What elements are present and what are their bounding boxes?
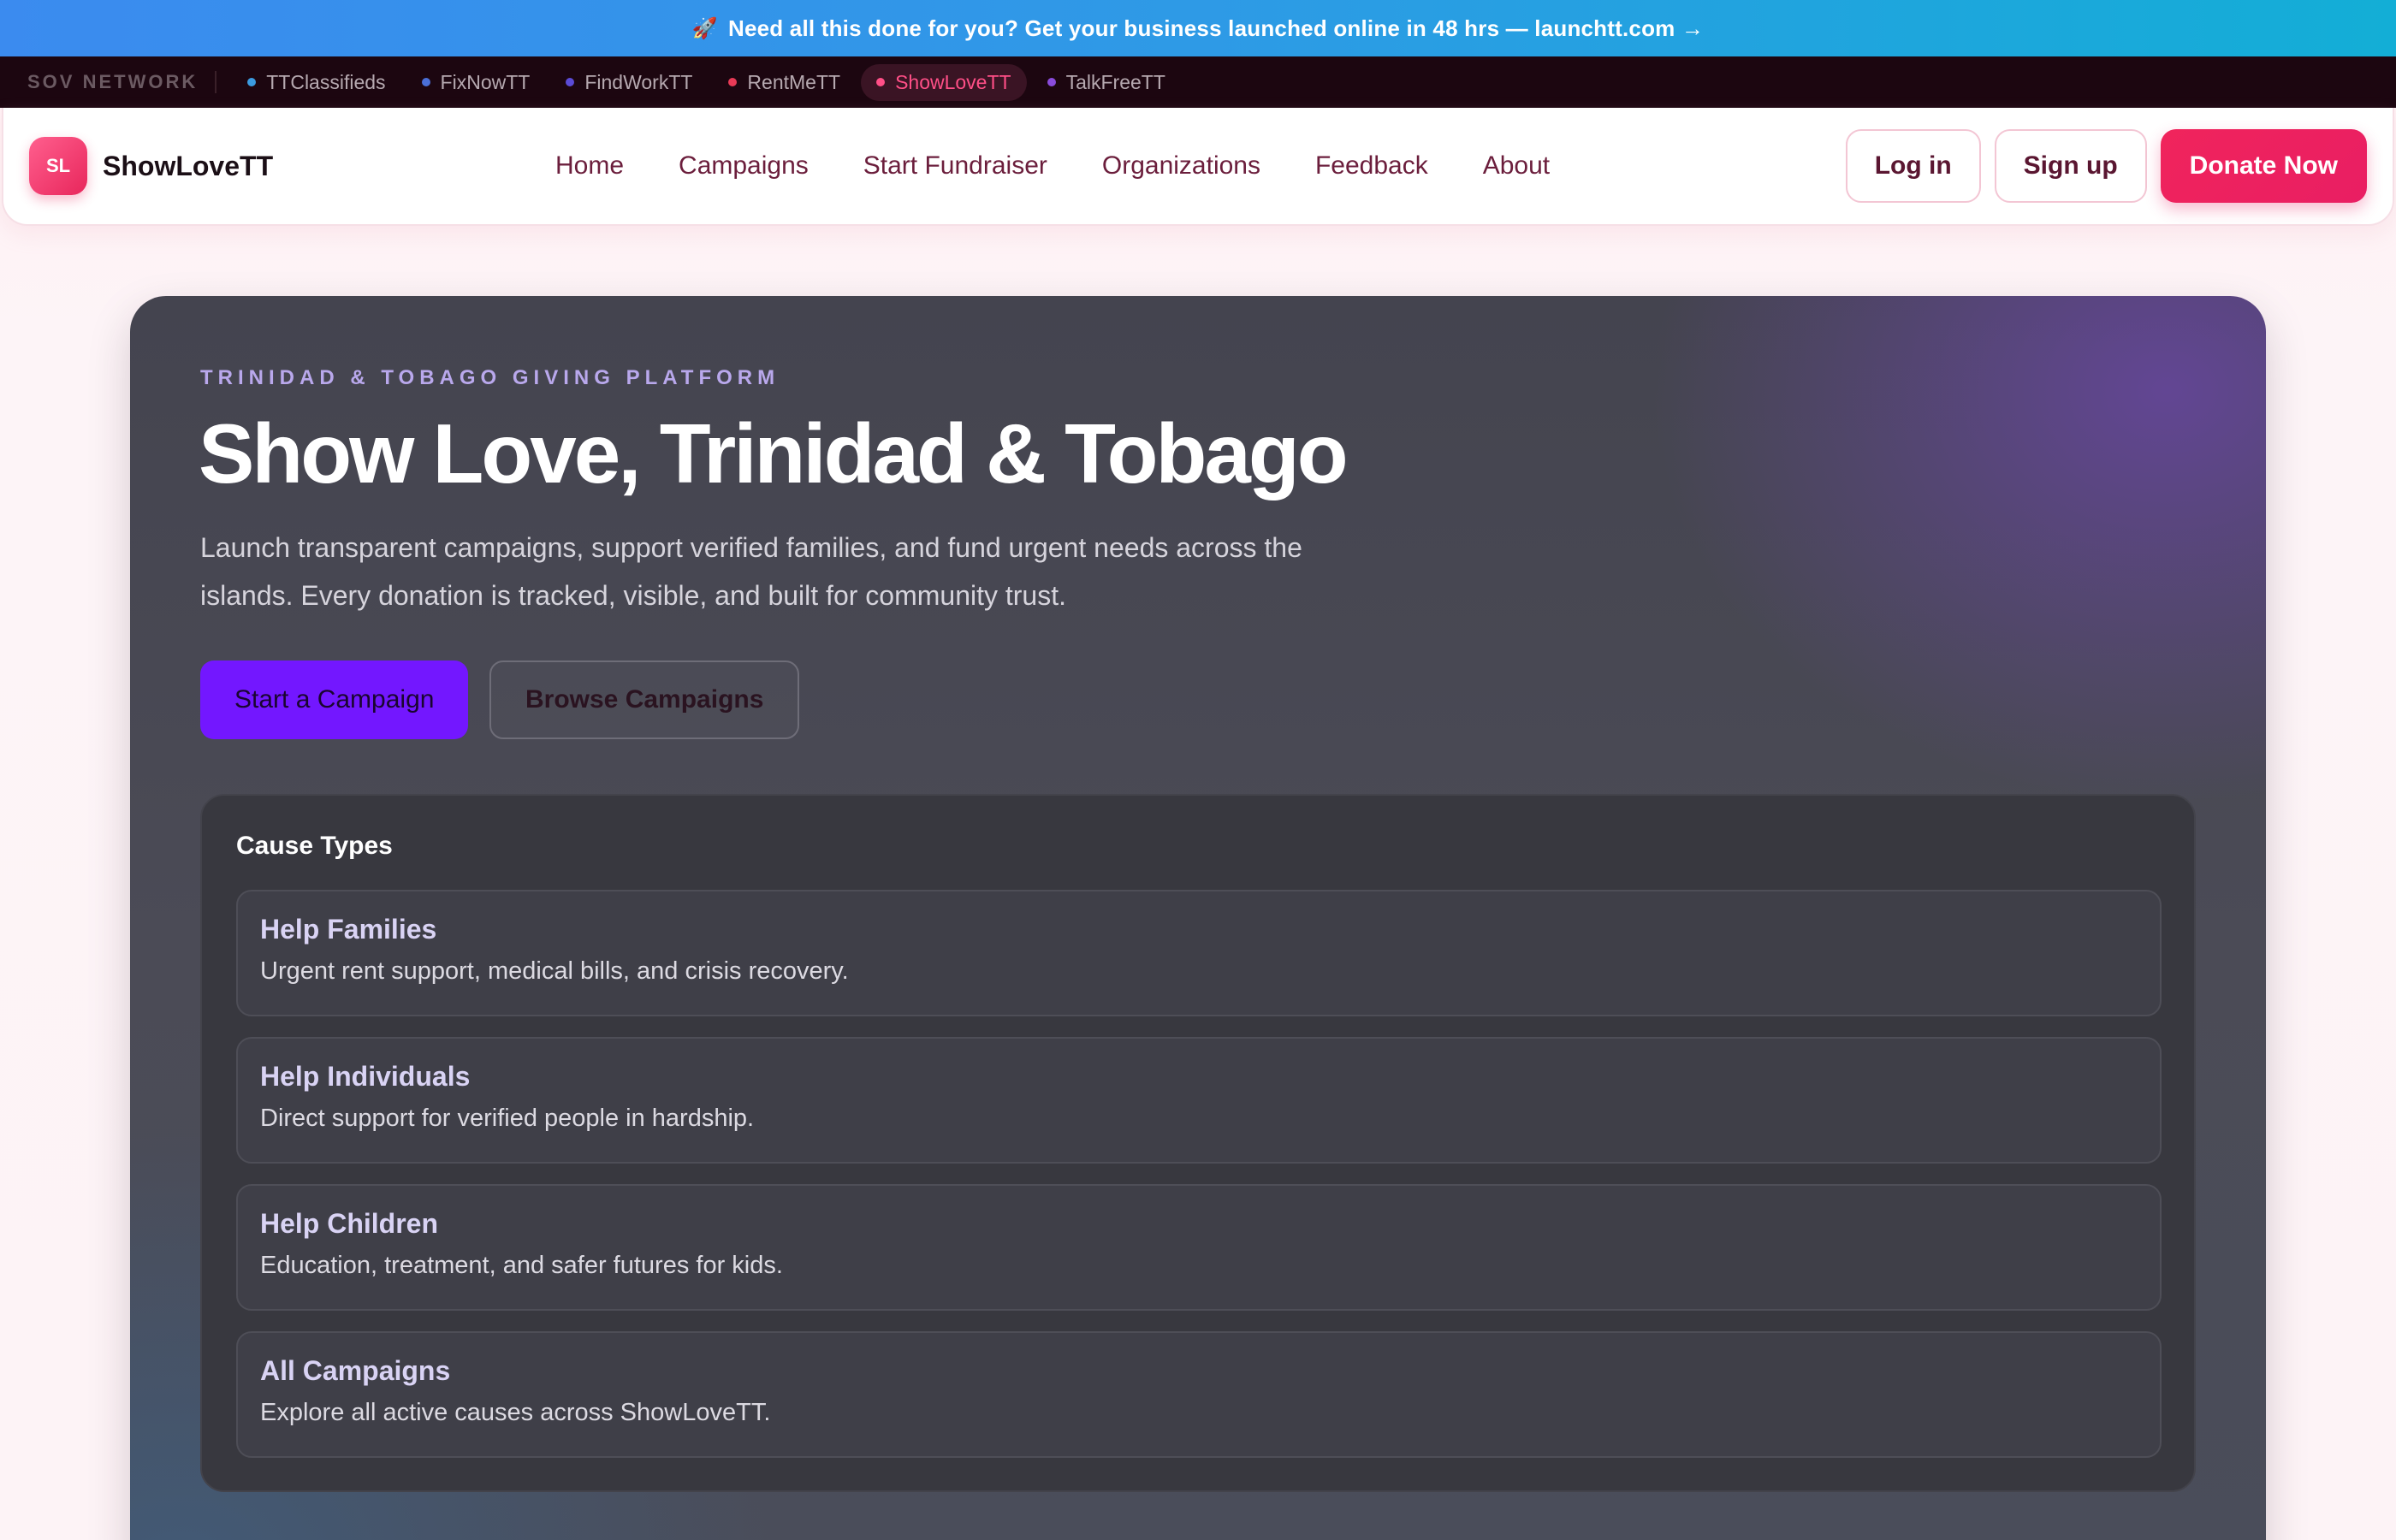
cause-description: Explore all active causes across ShowLov… — [260, 1399, 771, 1426]
network-label: SOV NETWORK — [27, 71, 217, 93]
network-bar: SOV NETWORK TTClassifieds FixNowTT FindW… — [0, 56, 2396, 108]
network-dot-icon — [421, 78, 430, 86]
hero-description: Launch transparent campaigns, support ve… — [200, 532, 1302, 611]
cause-title: Help Children — [260, 1208, 439, 1239]
hero-card: TRINIDAD & TOBAGO GIVING PLATFORM Show L… — [130, 296, 2266, 1540]
cause-title: All Campaigns — [260, 1355, 451, 1386]
rocket-icon: 🚀 — [691, 16, 718, 40]
signup-button[interactable]: Sign up — [1994, 129, 2147, 203]
promo-banner[interactable]: 🚀 Need all this done for you? Get your b… — [0, 0, 2396, 56]
network-dot-icon — [247, 78, 257, 86]
network-item-showlovett[interactable]: ShowLoveTT — [861, 63, 1027, 101]
network-dot-icon — [566, 78, 575, 86]
site-header: SL ShowLoveTT Home Campaigns Start Fundr… — [2, 108, 2394, 226]
nav-campaigns[interactable]: Campaigns — [679, 151, 809, 181]
cause-description: Direct support for verified people in ha… — [260, 1105, 755, 1132]
brand[interactable]: SL ShowLoveTT — [29, 137, 273, 195]
cause-types-title: Cause Types — [236, 832, 393, 860]
brand-name: ShowLoveTT — [103, 150, 274, 181]
main-nav: Home Campaigns Start Fundraiser Organiza… — [555, 151, 1604, 181]
network-item-findworktt[interactable]: FindWorkTT — [550, 64, 708, 101]
network-dot-icon — [728, 78, 738, 86]
hero-eyebrow: TRINIDAD & TOBAGO GIVING PLATFORM — [200, 366, 780, 389]
network-item-label: TTClassifieds — [266, 70, 386, 93]
login-button[interactable]: Log in — [1845, 129, 1981, 203]
nav-organizations[interactable]: Organizations — [1102, 151, 1260, 181]
start-campaign-button[interactable]: Start a Campaign — [200, 660, 469, 739]
nav-about[interactable]: About — [1483, 151, 1550, 181]
cause-card-all-campaigns[interactable]: All Campaigns Explore all active causes … — [236, 1331, 2162, 1458]
cause-types-panel: Cause Types Help Families Urgent rent su… — [200, 794, 2196, 1492]
cause-title: Help Individuals — [260, 1061, 471, 1092]
nav-start-fundraiser[interactable]: Start Fundraiser — [863, 151, 1047, 181]
header-actions: Log in Sign up Donate Now — [1832, 129, 2367, 203]
cause-list: Help Families Urgent rent support, medic… — [236, 890, 2162, 1478]
promo-text[interactable]: Need all this done for you? Get your bus… — [728, 15, 1704, 42]
network-item-label: RentMeTT — [747, 70, 841, 93]
network-item-talkfreett[interactable]: TalkFreeTT — [1032, 64, 1181, 101]
network-item-label: FindWorkTT — [584, 70, 693, 93]
cause-card-help-individuals[interactable]: Help Individuals Direct support for veri… — [236, 1037, 2162, 1164]
hero-title: Show Love, Trinidad & Tobago — [199, 406, 1349, 500]
network-dot-icon — [1047, 78, 1056, 86]
logo-icon: SL — [29, 137, 87, 195]
network-item-label: TalkFreeTT — [1065, 70, 1165, 93]
nav-home[interactable]: Home — [555, 151, 624, 181]
cause-card-help-children[interactable]: Help Children Education, treatment, and … — [236, 1184, 2162, 1311]
cause-title: Help Families — [260, 914, 437, 945]
donate-button[interactable]: Donate Now — [2160, 129, 2367, 203]
cause-description: Education, treatment, and safer futures … — [260, 1252, 783, 1279]
network-dot-icon — [876, 78, 886, 86]
network-item-ttclassifieds[interactable]: TTClassifieds — [232, 64, 400, 101]
network-item-label: ShowLoveTT — [895, 70, 1011, 93]
network-item-rentmett[interactable]: RentMeTT — [713, 64, 856, 101]
nav-feedback[interactable]: Feedback — [1315, 151, 1428, 181]
network-item-fixnowtt[interactable]: FixNowTT — [406, 64, 546, 101]
cause-card-help-families[interactable]: Help Families Urgent rent support, medic… — [236, 890, 2162, 1016]
network-item-label: FixNowTT — [440, 70, 531, 93]
browse-campaigns-button[interactable]: Browse Campaigns — [489, 660, 800, 739]
cause-description: Urgent rent support, medical bills, and … — [260, 957, 849, 985]
